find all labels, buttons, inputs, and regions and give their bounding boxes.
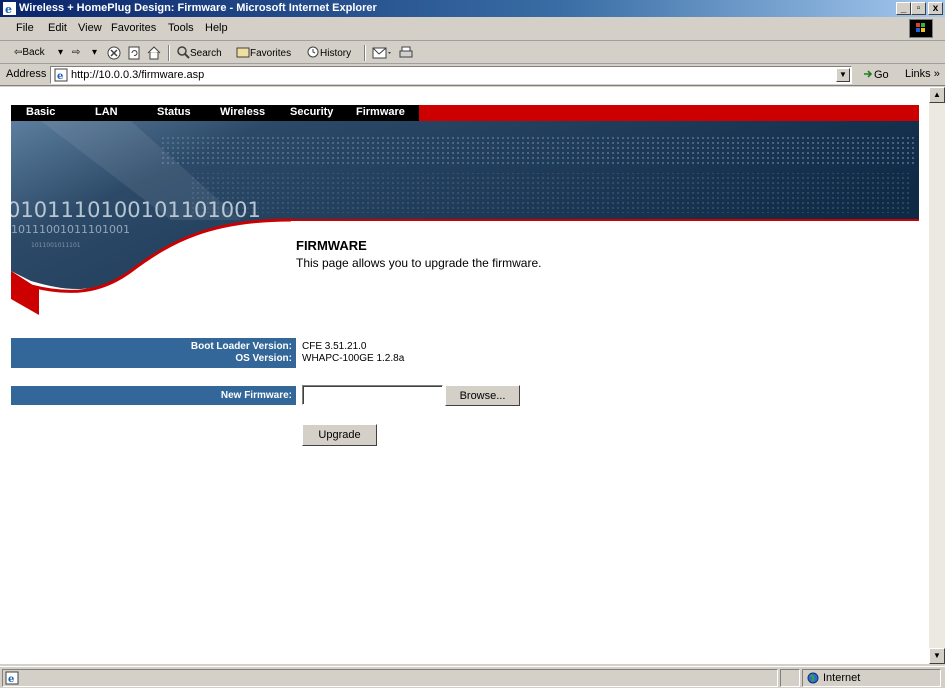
new-firmware-label: New Firmware:	[11, 386, 296, 405]
firmware-file-input[interactable]	[302, 385, 443, 405]
status-text-panel: e	[2, 669, 778, 687]
nav-basic[interactable]: Basic	[26, 106, 55, 118]
upgrade-button[interactable]: Upgrade	[302, 424, 377, 446]
toolbar-separator	[168, 45, 170, 61]
svg-text:e: e	[8, 674, 14, 685]
toolbar-separator	[364, 45, 366, 61]
address-dropdown-icon[interactable]: ▼	[836, 68, 850, 82]
page-icon: e	[54, 68, 68, 82]
page-title: FIRMWARE	[296, 238, 367, 253]
address-url: http://10.0.0.3/firmware.asp	[71, 69, 205, 81]
stop-icon[interactable]	[106, 45, 122, 61]
header-banner: 0101110100101101001 10111001011101001 10…	[11, 121, 919, 315]
history-icon	[307, 46, 319, 58]
page-content: Basic LAN Status Wireless Security Firmw…	[0, 87, 929, 664]
scroll-down-icon[interactable]: ▼	[929, 648, 945, 664]
nav-wireless[interactable]: Wireless	[220, 106, 265, 118]
svg-text:e: e	[57, 71, 63, 82]
nav-lan[interactable]: LAN	[95, 106, 118, 118]
mail-icon[interactable]	[372, 45, 394, 61]
go-button[interactable]: Go	[862, 68, 889, 81]
os-version-label: OS Version:	[235, 353, 292, 364]
close-button[interactable]: x	[928, 2, 943, 15]
maximize-button[interactable]: ▫	[911, 2, 926, 15]
version-info-bar: Boot Loader Version: OS Version:	[11, 338, 296, 368]
favorites-button[interactable]: Favorites	[236, 45, 291, 61]
address-bar: Address e http://10.0.0.3/firmware.asp ▼…	[0, 64, 945, 86]
boot-loader-value: CFE 3.51.21.0	[302, 341, 367, 352]
links-button[interactable]: Links »	[905, 68, 940, 80]
menu-edit[interactable]: Edit	[48, 22, 67, 34]
router-nav: Basic LAN Status Wireless Security Firmw…	[11, 105, 919, 121]
title-bar: e Wireless + HomePlug Design: Firmware -…	[0, 0, 945, 17]
home-icon[interactable]	[146, 45, 162, 61]
nav-status[interactable]: Status	[157, 106, 191, 118]
status-bar: e Internet	[0, 666, 945, 688]
menu-tools[interactable]: Tools	[168, 22, 194, 34]
print-icon[interactable]	[398, 45, 414, 61]
standard-toolbar: ⇦Back ▾ ⇨ ▾ Search Favorites History	[0, 42, 945, 64]
forward-dropdown-icon[interactable]: ▾	[92, 45, 97, 61]
address-label: Address	[6, 68, 47, 80]
search-button[interactable]: Search	[176, 45, 222, 61]
minimize-button[interactable]: _	[896, 2, 911, 15]
scroll-up-icon[interactable]: ▲	[929, 87, 945, 103]
page-description: This page allows you to upgrade the firm…	[296, 256, 542, 270]
os-version-value: WHAPC-100GE 1.2.8a	[302, 353, 405, 364]
vertical-scrollbar[interactable]: ▲ ▼	[929, 87, 945, 664]
browse-button[interactable]: Browse...	[445, 385, 520, 406]
forward-button[interactable]: ⇨	[72, 45, 80, 61]
window-title: Wireless + HomePlug Design: Firmware - M…	[19, 2, 377, 14]
nav-security[interactable]: Security	[290, 106, 333, 118]
menu-help[interactable]: Help	[205, 22, 228, 34]
menu-view[interactable]: View	[78, 22, 102, 34]
nav-firmware[interactable]: Firmware	[356, 106, 405, 118]
favorites-folder-icon	[236, 47, 250, 58]
ie-logo-icon: e	[3, 2, 16, 15]
banner-binary-text: 10111001011101001	[11, 223, 130, 236]
history-button[interactable]: History	[306, 45, 351, 61]
search-icon	[177, 46, 190, 59]
back-button[interactable]: ⇦Back	[14, 45, 45, 61]
ie-window: e Wireless + HomePlug Design: Firmware -…	[0, 0, 945, 688]
zone-label: Internet	[823, 672, 861, 684]
banner-binary-text: 0101110100101101001	[11, 198, 261, 222]
svg-text:e: e	[5, 3, 12, 15]
go-arrow-icon	[864, 70, 873, 78]
address-input[interactable]: e http://10.0.0.3/firmware.asp ▼	[50, 66, 852, 84]
windows-logo-icon	[909, 19, 933, 38]
refresh-icon[interactable]	[126, 45, 142, 61]
menu-file[interactable]: File	[16, 22, 34, 34]
banner-binary-text: 1011001011101	[31, 242, 81, 249]
internet-globe-icon	[807, 672, 819, 684]
zone-panel: Internet	[802, 669, 941, 687]
page-status-icon: e	[5, 671, 19, 685]
menu-bar: File Edit View Favorites Tools Help	[0, 17, 945, 41]
back-dropdown-icon[interactable]: ▾	[58, 45, 63, 61]
menu-favorites[interactable]: Favorites	[111, 22, 156, 34]
status-panel	[780, 669, 800, 687]
boot-loader-label: Boot Loader Version:	[190, 341, 292, 352]
